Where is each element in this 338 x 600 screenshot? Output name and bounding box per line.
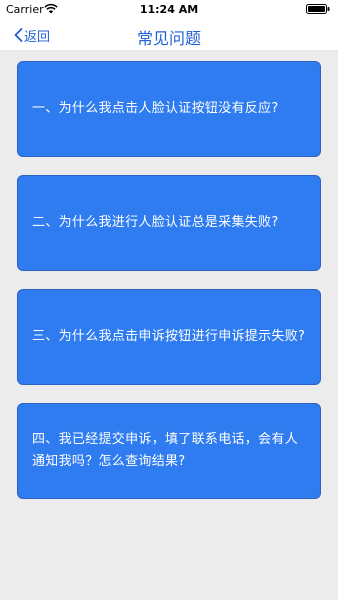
faq-item-text: 三、为什么我点击申诉按钮进行申诉提示失败? (32, 329, 306, 344)
faq-item-2[interactable]: 二、为什么我进行人脸认证总是采集失败? (17, 175, 321, 271)
status-bar: Carrier 11:24 AM (0, 0, 338, 18)
faq-item-text: 一、为什么我点击人脸认证按钮没有反应? (32, 101, 279, 116)
faq-item-text: 四、我已经提交申诉，填了联系电话，会有人通知我吗？怎么查询结果? (32, 432, 299, 469)
navigation-bar: 返回 常见问题 (0, 18, 338, 51)
faq-item-1[interactable]: 一、为什么我点击人脸认证按钮没有反应? (17, 61, 321, 157)
status-time: 11:24 AM (139, 3, 199, 16)
battery-icon (306, 4, 330, 14)
faq-item-3[interactable]: 三、为什么我点击申诉按钮进行申诉提示失败? (17, 289, 321, 385)
faq-item-4[interactable]: 四、我已经提交申诉，填了联系电话，会有人通知我吗？怎么查询结果? (17, 403, 321, 499)
page-title: 常见问题 (136, 29, 201, 48)
faq-item-text: 二、为什么我进行人脸认证总是采集失败? (32, 215, 279, 230)
faq-list: 一、为什么我点击人脸认证按钮没有反应? 二、为什么我进行人脸认证总是采集失败? … (0, 51, 338, 600)
